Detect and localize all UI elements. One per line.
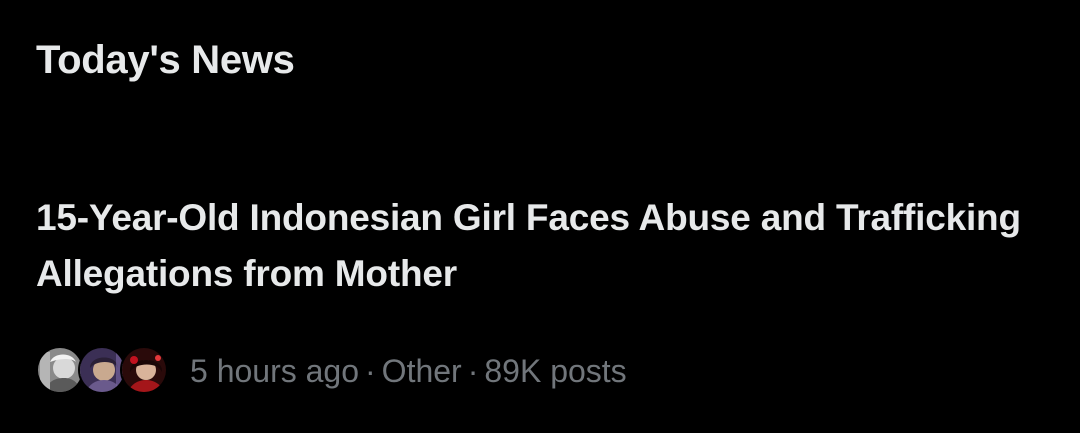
avatar <box>36 346 84 394</box>
avatar-portrait-red-icon <box>122 348 166 392</box>
story-meta-row[interactable]: 5 hours ago · Other · 89K posts <box>36 346 627 396</box>
post-count: 89K posts <box>484 353 627 389</box>
category-label: Other <box>381 353 462 389</box>
story-meta-text: 5 hours ago · Other · 89K posts <box>190 346 627 396</box>
avatar <box>78 346 126 394</box>
avatar-stack <box>36 346 168 396</box>
time-ago: 5 hours ago <box>190 353 360 389</box>
meta-separator: · <box>467 353 479 389</box>
meta-separator: · <box>365 353 376 389</box>
avatar <box>120 346 168 394</box>
news-headline[interactable]: 15-Year-Old Indonesian Girl Faces Abuse … <box>36 190 1036 302</box>
section-title: Today's News <box>36 38 295 82</box>
